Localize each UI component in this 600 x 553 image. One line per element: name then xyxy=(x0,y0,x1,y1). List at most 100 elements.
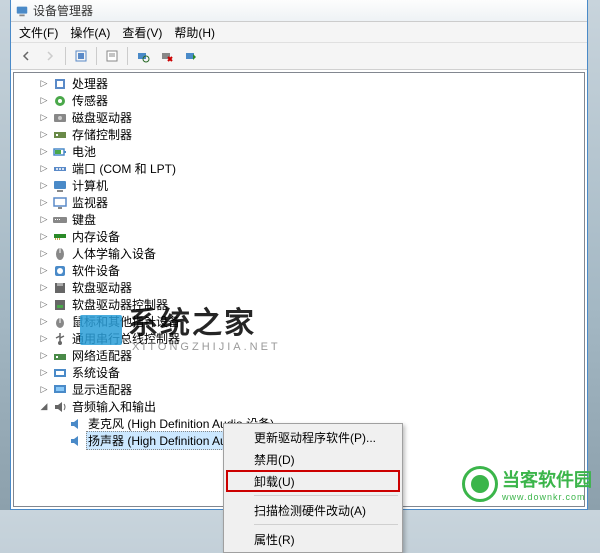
expander-icon[interactable]: ▷ xyxy=(38,248,50,260)
tree-item-label: 人体学输入设备 xyxy=(72,245,156,262)
scan-hardware-button[interactable] xyxy=(132,45,154,67)
uninstall-button[interactable] xyxy=(156,45,178,67)
expander-icon[interactable]: ▷ xyxy=(38,231,50,243)
port-icon xyxy=(52,161,68,177)
expander-icon[interactable]: ▷ xyxy=(38,299,50,311)
menu-separator xyxy=(254,495,398,496)
software-icon xyxy=(52,263,68,279)
battery-icon xyxy=(52,144,68,160)
tree-item[interactable]: ▷ 软件设备 xyxy=(14,262,584,279)
tree-item-label: 系统设备 xyxy=(72,364,120,381)
expander-icon[interactable]: ▷ xyxy=(38,316,50,328)
expander-icon[interactable]: ▷ xyxy=(38,163,50,175)
menu-view[interactable]: 查看(V) xyxy=(116,22,168,43)
keyboard-icon xyxy=(52,212,68,228)
tree-item[interactable]: ▷ 系统设备 xyxy=(14,364,584,381)
toolbar-separator xyxy=(96,47,97,65)
tree-item[interactable]: ▷ 传感器 xyxy=(14,92,584,109)
tree-item[interactable]: ▷ 人体学输入设备 xyxy=(14,245,584,262)
storage-ctrl-icon xyxy=(52,127,68,143)
expander-icon[interactable]: ▷ xyxy=(38,95,50,107)
expander-icon[interactable]: ▷ xyxy=(38,367,50,379)
tree-item-label: 软盘驱动器 xyxy=(72,279,132,296)
expander-icon[interactable]: ▷ xyxy=(38,112,50,124)
tree-item-label: 处理器 xyxy=(72,75,108,92)
context-menu-item[interactable]: 扫描检测硬件改动(A) xyxy=(226,499,400,521)
tree-item[interactable]: ▷ 软盘驱动器 xyxy=(14,279,584,296)
disk-icon xyxy=(52,110,68,126)
expander-icon[interactable]: ▷ xyxy=(38,265,50,277)
tree-item-label: 传感器 xyxy=(72,92,108,109)
menu-file[interactable]: 文件(F) xyxy=(13,22,64,43)
tree-item-label: 存储控制器 xyxy=(72,126,132,143)
expander-icon[interactable]: ▷ xyxy=(38,146,50,158)
expander-icon[interactable]: ▷ xyxy=(38,197,50,209)
tree-item[interactable]: ▷ 计算机 xyxy=(14,177,584,194)
speaker-icon xyxy=(68,433,84,449)
tree-item-audio[interactable]: ◢ 音频输入和输出 xyxy=(14,398,584,415)
tree-item[interactable]: ▷端口 (COM 和 LPT) xyxy=(14,160,584,177)
tree-item[interactable]: ▷ 网络适配器 xyxy=(14,347,584,364)
expander-icon[interactable]: ◢ xyxy=(38,401,50,413)
tree-item[interactable]: ▷ 电池 xyxy=(14,143,584,160)
toolbar-separator xyxy=(65,47,66,65)
tree-item[interactable]: ▷ 处理器 xyxy=(14,75,584,92)
tree-item-label: 通用串行总线控制器 xyxy=(72,330,180,347)
nav-forward-button[interactable] xyxy=(39,45,61,67)
context-menu-item[interactable]: 禁用(D) xyxy=(226,448,400,470)
expander-icon[interactable]: ▷ xyxy=(38,350,50,362)
tree-item[interactable]: ▷软盘驱动器控制器 xyxy=(14,296,584,313)
memory-icon xyxy=(52,229,68,245)
properties-button[interactable] xyxy=(101,45,123,67)
tree-item-label: 监视器 xyxy=(72,194,108,211)
menubar: 文件(F) 操作(A) 查看(V) 帮助(H) xyxy=(11,22,587,42)
tree-item-label: 计算机 xyxy=(72,177,108,194)
expander-icon[interactable]: ▷ xyxy=(38,333,50,345)
tree-item-label: 网络适配器 xyxy=(72,347,132,364)
expander-icon[interactable]: ▷ xyxy=(38,78,50,90)
nav-back-button[interactable] xyxy=(15,45,37,67)
downkr-badge: 当客软件园 www.downkr.com xyxy=(462,466,592,502)
tree-item[interactable]: ▷ 存储控制器 xyxy=(14,126,584,143)
audio-icon xyxy=(52,399,68,415)
mouse-icon xyxy=(52,314,68,330)
toolbar xyxy=(11,42,587,70)
usb-icon xyxy=(52,331,68,347)
expander-icon[interactable]: ▷ xyxy=(38,129,50,141)
tree-item-label: 电池 xyxy=(72,143,96,160)
monitor-icon xyxy=(52,195,68,211)
window-title: 设备管理器 xyxy=(33,2,93,19)
titlebar: 设备管理器 xyxy=(11,0,587,22)
speaker-icon xyxy=(68,416,84,432)
sensor-icon xyxy=(52,93,68,109)
show-hidden-button[interactable] xyxy=(70,45,92,67)
menu-help[interactable]: 帮助(H) xyxy=(168,22,221,43)
downkr-name: 当客软件园 xyxy=(502,466,592,492)
tree-item[interactable]: ▷ 鼠标和其他指针设备 xyxy=(14,313,584,330)
expander-icon[interactable]: ▷ xyxy=(38,180,50,192)
tree-item[interactable]: ▷ 通用串行总线控制器 xyxy=(14,330,584,347)
expander-icon[interactable]: ▷ xyxy=(38,384,50,396)
tree-item-label: 磁盘驱动器 xyxy=(72,109,132,126)
computer-icon xyxy=(52,178,68,194)
tree-item[interactable]: ▷ 内存设备 xyxy=(14,228,584,245)
context-menu: 更新驱动程序软件(P)...禁用(D)卸载(U) 扫描检测硬件改动(A) 属性(R) xyxy=(223,423,403,553)
tree-item[interactable]: ▷键盘 xyxy=(14,211,584,228)
menu-action[interactable]: 操作(A) xyxy=(64,22,116,43)
app-icon xyxy=(15,4,29,18)
tree-item[interactable]: ▷ 监视器 xyxy=(14,194,584,211)
tree-item-label: 软件设备 xyxy=(72,262,120,279)
tree-item-label: 音频输入和输出 xyxy=(72,398,156,415)
context-menu-item[interactable]: 卸载(U) xyxy=(226,470,400,492)
display-icon xyxy=(52,382,68,398)
expander-icon[interactable]: ▷ xyxy=(38,214,50,226)
tree-item[interactable]: ▷显示适配器 xyxy=(14,381,584,398)
tree-item[interactable]: ▷ 磁盘驱动器 xyxy=(14,109,584,126)
tree-item-label: 鼠标和其他指针设备 xyxy=(72,313,180,330)
expander-icon[interactable]: ▷ xyxy=(38,282,50,294)
enable-button[interactable] xyxy=(180,45,202,67)
context-menu-item[interactable]: 更新驱动程序软件(P)... xyxy=(226,426,400,448)
tree-item-label: 内存设备 xyxy=(72,228,120,245)
context-menu-item[interactable]: 属性(R) xyxy=(226,528,400,550)
hid-icon xyxy=(52,246,68,262)
